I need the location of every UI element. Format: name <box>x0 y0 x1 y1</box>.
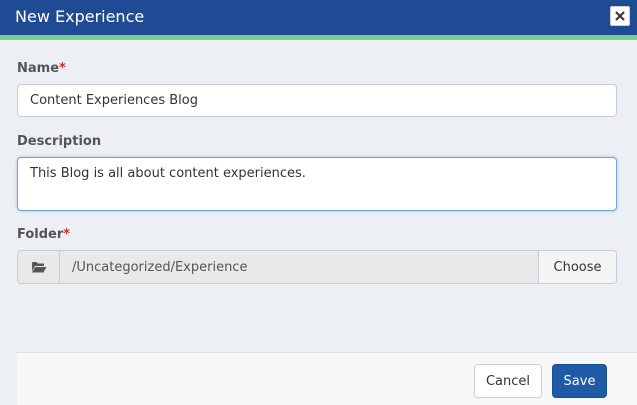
dialog-footer <box>17 352 637 405</box>
close-icon <box>615 11 625 21</box>
name-label: Name* <box>17 61 66 76</box>
folder-open-icon <box>31 258 47 277</box>
folder-icon-addon <box>18 251 60 283</box>
name-input[interactable]: Content Experiences Blog <box>17 84 617 117</box>
new-experience-dialog: New Experience Name* Content Experiences… <box>0 0 637 405</box>
folder-picker: /Uncategorized/Experience Choose <box>17 250 617 284</box>
cancel-button[interactable]: Cancel <box>474 364 542 398</box>
close-button[interactable] <box>610 6 630 26</box>
required-marker: * <box>63 227 71 242</box>
description-value: This Blog is all about content experienc… <box>30 166 306 181</box>
dialog-header: New Experience <box>0 0 637 35</box>
choose-folder-button[interactable]: Choose <box>538 251 616 283</box>
required-marker: * <box>59 61 66 76</box>
save-button[interactable]: Save <box>552 364 607 398</box>
folder-path-field: /Uncategorized/Experience <box>60 251 538 283</box>
description-textarea[interactable]: This Blog is all about content experienc… <box>17 157 617 211</box>
name-input-value: Content Experiences Blog <box>30 92 198 108</box>
folder-label: Folder* <box>17 227 71 242</box>
dialog-title: New Experience <box>15 7 145 26</box>
header-accent-bar <box>0 35 637 40</box>
description-label: Description <box>17 134 102 149</box>
